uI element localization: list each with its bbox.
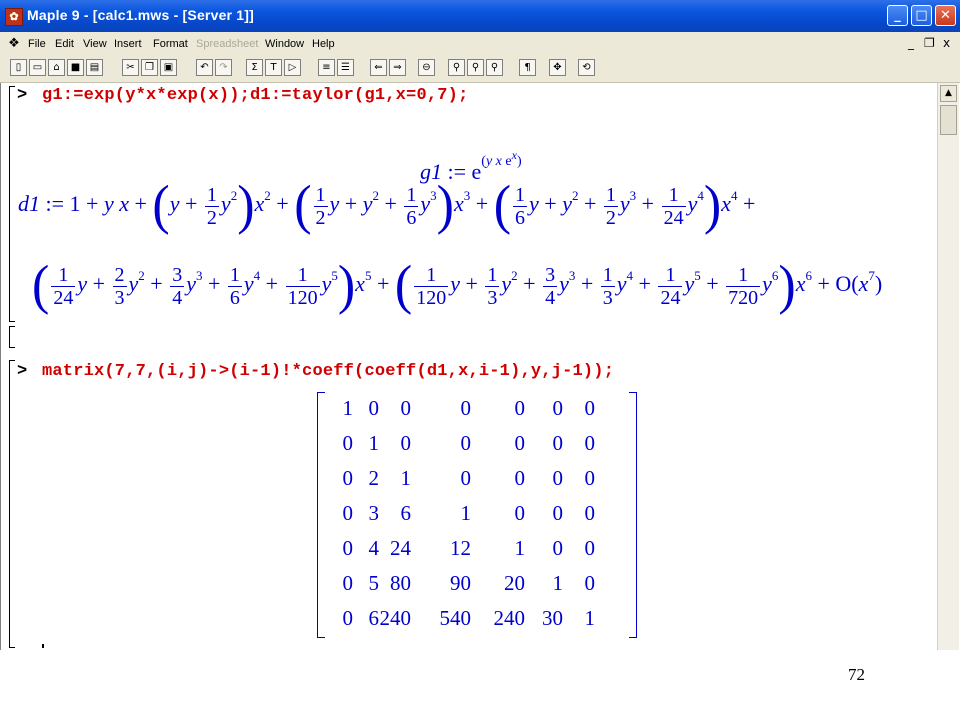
mdi-close-button[interactable]: x	[943, 36, 950, 50]
insert-prompt-icon[interactable]: ≡	[318, 59, 335, 76]
matrix-cell: 12	[450, 536, 471, 560]
restart-icon[interactable]: ⟲	[578, 59, 595, 76]
menu-window[interactable]: Window	[265, 38, 304, 50]
matrix-cell: 90	[450, 571, 471, 595]
matrix-cell: 0	[584, 396, 596, 420]
output-matrix: 1 0 0 0 0 0 0 0 1 0 0 0 0 0 0 2 1 0 0 0 0 0 3 6 1 0 0 0 0 4 24 12 1 0 0 0 5 8…	[317, 392, 637, 638]
matrix-cell: 24	[390, 536, 411, 560]
matrix-cell: 0	[400, 431, 412, 455]
matrix-cell: 0	[460, 466, 472, 490]
menu-insert[interactable]: Insert	[114, 38, 142, 50]
maple-leaf-icon[interactable]: ✿	[5, 8, 23, 26]
input-command-taylor[interactable]: g1:=exp(y*x*exp(x));d1:=taylor(g1,x=0,7)…	[42, 86, 468, 105]
exec-icon[interactable]: ▷	[284, 59, 301, 76]
matrix-cell: 0	[584, 501, 596, 525]
input-prompt-2: >	[17, 362, 28, 381]
assign-op: :=	[45, 191, 65, 217]
paragraph-icon[interactable]: ☰	[337, 59, 354, 76]
matrix-cell: 0	[460, 431, 472, 455]
forward-icon[interactable]: ⇒	[389, 59, 406, 76]
execution-group-bracket[interactable]	[9, 86, 15, 322]
matrix-cell: 540	[439, 606, 472, 630]
menu-bar: ❖ File Edit View Insert Format Spreadshe…	[0, 32, 960, 56]
minimize-button[interactable]: _	[887, 5, 908, 26]
matrix-cell: 240	[379, 606, 412, 630]
output-d1-line2: (1 24 y + 2 3 y2 + 3 4 y3 + 1 6 y4 + 1 120 y5)x5 +…	[32, 255, 883, 316]
zoom-200-icon[interactable]: ⚲	[486, 59, 503, 76]
vertical-scrollbar[interactable]: ▲	[937, 83, 959, 650]
cut-icon[interactable]: ✂	[122, 59, 139, 76]
zoom-100-icon[interactable]: ⚲	[448, 59, 465, 76]
zoom-150-icon[interactable]: ⚲	[467, 59, 484, 76]
matrix-cell: 1	[460, 501, 472, 525]
matrix-row: 1000000	[329, 394, 629, 430]
mdi-minimize-button[interactable]: _	[908, 36, 914, 50]
menu-spreadsheet: Spreadsheet	[196, 38, 259, 50]
maple-window: ✿ Maple 9 - [calc1.mws - [Server 1]] _ □…	[0, 0, 960, 650]
menu-file[interactable]: File	[28, 38, 46, 50]
copy-icon[interactable]: ❐	[141, 59, 158, 76]
matrix-cell: 80	[390, 571, 411, 595]
matrix-cell: 1	[584, 606, 596, 630]
mdi-restore-button[interactable]: ❐	[924, 36, 935, 50]
menu-edit[interactable]: Edit	[55, 38, 74, 50]
print-icon[interactable]: ▤	[86, 59, 103, 76]
undo-icon[interactable]: ↶	[196, 59, 213, 76]
page-number: 72	[848, 665, 865, 684]
save-icon[interactable]: ■	[67, 59, 84, 76]
matrix-cell: 0	[584, 536, 596, 560]
matrix-row: 0100000	[329, 429, 629, 465]
menu-format[interactable]: Format	[153, 38, 188, 50]
document-icon[interactable]: ❖	[6, 36, 22, 52]
toolbar: ▯ ▭ ⌂ ■ ▤ ✂ ❐ ▣ ↶ ↷ Σ T ▷ ≡ ☰ ⇐ ⇒ ⊖ ⚲ ⚲ …	[0, 56, 960, 83]
empty-group-bracket[interactable]	[9, 326, 15, 348]
open-icon[interactable]: ▭	[29, 59, 46, 76]
input-prompt: >	[17, 86, 28, 105]
matrix-cell: 0	[584, 431, 596, 455]
redo-icon[interactable]: ↷	[215, 59, 232, 76]
matrix-cell: 0	[584, 571, 596, 595]
open-url-icon[interactable]: ⌂	[48, 59, 65, 76]
matrix-row: 0 4 24 12 1 0 0	[329, 534, 629, 570]
matrix-cell: 6	[400, 501, 412, 525]
back-icon[interactable]: ⇐	[370, 59, 387, 76]
text-icon[interactable]: T	[265, 59, 282, 76]
sum-icon[interactable]: Σ	[246, 59, 263, 76]
matrix-row: 0210000	[329, 464, 629, 500]
text-cursor	[42, 644, 44, 648]
matrix-row: 0 5 80 90 20 1 0	[329, 569, 629, 605]
execution-group-bracket-2[interactable]	[9, 360, 15, 648]
title-bar[interactable]: ✿ Maple 9 - [calc1.mws - [Server 1]] _ □…	[0, 0, 960, 32]
stop-icon[interactable]: ⊖	[418, 59, 435, 76]
menu-view[interactable]: View	[83, 38, 107, 50]
expand-icon[interactable]: ✥	[549, 59, 566, 76]
window-title: Maple 9 - [calc1.mws - [Server 1]]	[27, 7, 254, 23]
d1-label: d1	[18, 191, 40, 217]
close-button[interactable]: ✕	[935, 5, 956, 26]
scroll-thumb[interactable]	[940, 105, 957, 135]
input-command-matrix[interactable]: matrix(7,7,(i,j)->(i-1)!*coeff(coeff(d1,…	[42, 362, 614, 381]
matrix-cell: 1	[400, 466, 412, 490]
maximize-button[interactable]: □	[911, 5, 932, 26]
matrix-cell: 0	[584, 466, 596, 490]
scroll-up-icon[interactable]: ▲	[940, 85, 957, 102]
matrix-cell: 0	[400, 396, 412, 420]
new-icon[interactable]: ▯	[10, 59, 27, 76]
paste-icon[interactable]: ▣	[160, 59, 177, 76]
matrix-row: 0 6 240 540 240 30 1	[329, 604, 629, 640]
output-d1-line1: d1 := 1 + y x + (y + 1 2 y2)x2 + (1 2 y + y2…	[18, 175, 756, 236]
menu-help[interactable]: Help	[312, 38, 335, 50]
matrix-right-bracket	[629, 392, 637, 638]
matrix-row: 0361000	[329, 499, 629, 535]
matrix-cell: 0	[460, 396, 472, 420]
pilcrow-icon[interactable]: ¶	[519, 59, 536, 76]
